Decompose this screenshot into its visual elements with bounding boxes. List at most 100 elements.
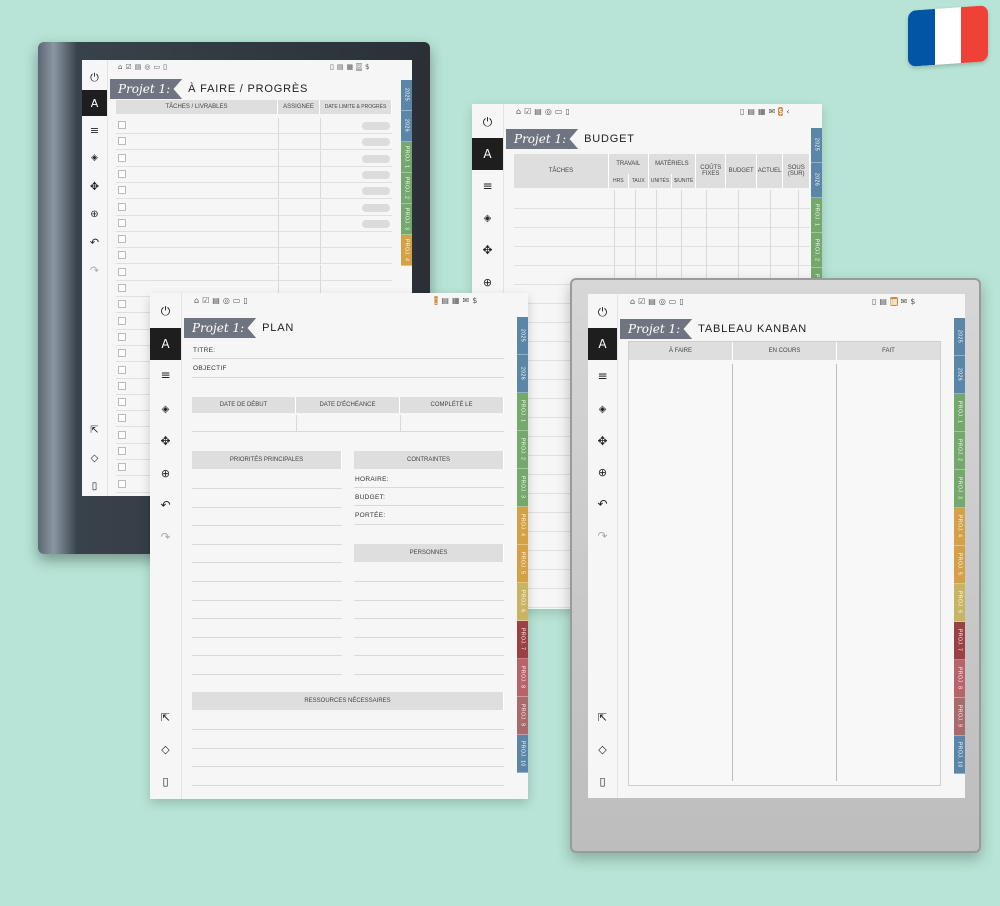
writing-line[interactable] [354,581,504,582]
side-tab[interactable]: PROJ. 2 [517,431,528,469]
move-icon[interactable]: ✥ [588,431,617,451]
progress-bar[interactable] [362,170,390,179]
table-row[interactable] [116,150,392,167]
task-checkbox[interactable] [118,121,126,129]
zoom-icon[interactable]: ⊕ [588,462,617,482]
table-row[interactable] [116,134,392,151]
side-tab[interactable]: PROJ. 3 [401,204,412,235]
back-chevron-icon[interactable]: ‹ [786,107,789,116]
power-icon[interactable]: ⏻ [472,112,503,132]
writing-line[interactable] [192,655,342,657]
table-row[interactable] [116,215,392,232]
progress-bar[interactable] [362,219,390,228]
lines-icon[interactable]: ≡ [472,176,503,196]
share-icon[interactable]: ⇱ [150,707,181,727]
undo-icon[interactable]: ↶ [82,232,107,252]
progress-bar[interactable] [362,122,390,130]
side-tab[interactable]: 2026 [517,355,528,393]
undo-icon[interactable]: ↶ [588,494,617,514]
table-row[interactable] [514,209,810,228]
notebook-icon[interactable]: ▯ [872,297,876,306]
side-tab[interactable]: PROJ. 6 [954,584,965,622]
notebook-icon[interactable]: ▯ [82,476,107,496]
page-icon[interactable]: ▯ [243,296,247,305]
pen-icon[interactable]: A [472,138,503,170]
writing-line[interactable] [192,525,342,527]
page-icon[interactable]: ▯ [163,63,167,71]
side-tab[interactable]: PROJ. 9 [517,697,528,735]
mail-icon[interactable]: ✉ [463,296,470,305]
dollar-icon[interactable]: $ [778,107,784,116]
folder-icon[interactable]: ▤ [747,107,755,116]
target-icon[interactable]: ◎ [659,297,666,306]
layers-icon[interactable]: ◇ [82,448,107,468]
wallet-icon[interactable]: ▭ [233,296,241,305]
power-icon[interactable]: ⏻ [82,68,107,88]
side-tab[interactable]: PROJ. 1 [401,142,412,173]
task-checkbox[interactable] [118,447,126,455]
side-tab[interactable]: PROJ. 4 [401,235,412,266]
notebook-icon[interactable]: ▯ [740,107,744,116]
side-tab[interactable]: PROJ. 3 [954,470,965,508]
checkbox-icon[interactable]: ☑ [638,297,645,306]
task-checkbox[interactable] [118,316,126,325]
side-tab[interactable]: PROJ. 1 [811,198,822,233]
pen-icon[interactable]: A [82,90,107,116]
page-icon[interactable]: ▯ [565,107,569,116]
task-checkbox[interactable] [118,137,126,146]
writing-line[interactable] [192,636,342,638]
side-tab[interactable]: PROJ. 2 [954,432,965,470]
table-row[interactable] [116,166,392,183]
writing-line[interactable] [192,562,342,564]
share-icon[interactable]: ⇱ [588,707,617,727]
task-checkbox[interactable] [118,235,126,244]
checkbox-icon[interactable]: ☑ [524,107,531,116]
table-row[interactable] [514,247,810,266]
side-tab[interactable]: PROJ. 4 [954,508,965,546]
table-row[interactable] [514,190,810,209]
task-checkbox[interactable] [118,414,126,423]
home-icon[interactable]: ⌂ [630,297,635,306]
redo-icon[interactable]: ↷ [82,260,107,280]
writing-line[interactable] [192,618,342,620]
task-checkbox[interactable] [118,300,126,309]
notebook-icon[interactable]: ▯ [330,63,334,71]
task-checkbox[interactable] [118,169,126,178]
task-checkbox[interactable] [118,398,126,407]
task-checkbox[interactable] [118,365,126,374]
task-checkbox[interactable] [118,430,126,439]
side-tab[interactable]: 2025 [401,80,412,111]
target-icon[interactable]: ◎ [223,296,230,305]
page-icon[interactable]: ▯ [679,297,683,306]
side-tab[interactable]: PROJ. 5 [517,545,528,583]
side-tab[interactable]: 2025 [954,318,965,356]
move-icon[interactable]: ✥ [82,176,107,196]
checkbox-icon[interactable]: ☑ [202,296,209,305]
wallet-icon[interactable]: ▭ [669,297,677,306]
writing-line[interactable] [192,674,342,675]
side-tab[interactable]: PROJ. 2 [811,233,822,268]
side-tab[interactable]: PROJ. 4 [517,507,528,545]
dates-line[interactable] [192,431,504,432]
writing-line[interactable] [192,581,342,582]
column-todo-area[interactable] [629,364,733,781]
task-checkbox[interactable] [118,463,126,472]
lines-icon[interactable]: ≡ [150,365,181,385]
clipboard-icon[interactable]: ▤ [648,297,656,306]
table-row[interactable] [514,228,810,247]
calendar-icon[interactable]: ▦ [452,296,460,305]
move-icon[interactable]: ✥ [150,431,181,451]
table-row[interactable] [116,183,392,200]
folder-icon[interactable]: ▤ [337,63,344,71]
writing-line[interactable] [192,729,504,730]
writing-line[interactable] [354,599,504,601]
side-tab[interactable]: 2026 [811,163,822,198]
zoom-icon[interactable]: ⊕ [82,204,107,224]
lines-icon[interactable]: ≡ [82,120,107,140]
writing-line[interactable] [354,674,504,675]
table-row[interactable] [116,232,392,249]
notebook-icon[interactable]: ▯ [434,296,439,305]
writing-line[interactable] [192,599,342,601]
side-tab[interactable]: 2026 [401,111,412,142]
move-icon[interactable]: ✥ [472,240,503,260]
